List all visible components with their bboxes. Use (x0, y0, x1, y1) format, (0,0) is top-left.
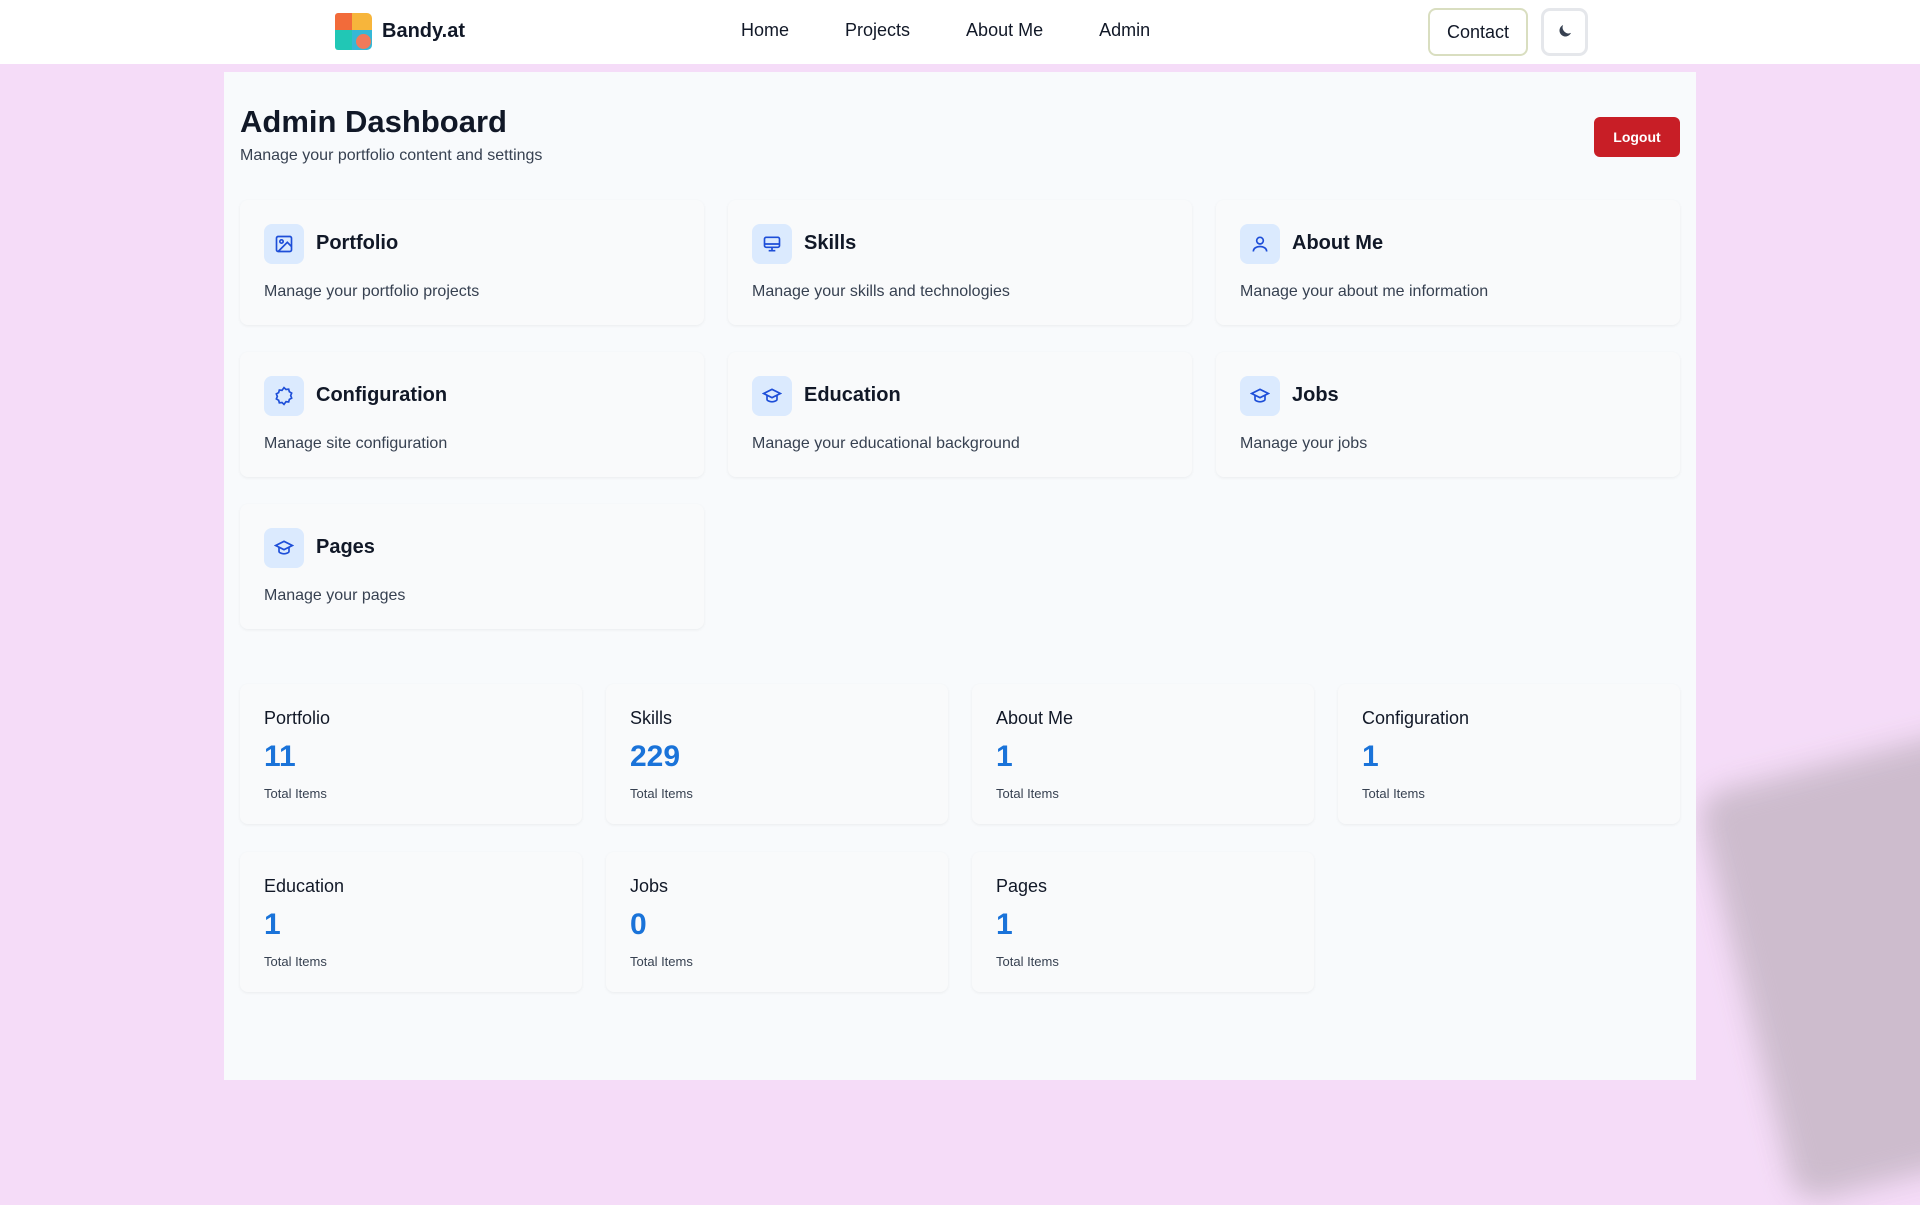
card-jobs[interactable]: Jobs Manage your jobs (1216, 352, 1680, 477)
stat-caption: Total Items (630, 954, 693, 969)
card-skills[interactable]: Skills Manage your skills and technologi… (728, 200, 1192, 325)
user-icon (1240, 224, 1280, 264)
card-title: Portfolio (316, 232, 399, 254)
graduation-cap-icon (1240, 376, 1280, 416)
card-description: Manage site configuration (264, 435, 448, 452)
stat-caption: Total Items (996, 954, 1059, 969)
card-description: Manage your about me information (1240, 283, 1489, 300)
card-title: About Me (1292, 232, 1384, 254)
stat-value: 229 (630, 740, 681, 773)
theme-toggle-button[interactable] (1541, 8, 1588, 56)
brand-logo (335, 13, 372, 50)
stat-value: 1 (996, 908, 1013, 941)
stat-label: Jobs (630, 876, 669, 896)
stat-label: Pages (996, 876, 1048, 896)
card-about-me[interactable]: About Me Manage your about me informatio… (1216, 200, 1680, 325)
stat-caption: Total Items (264, 786, 327, 801)
stat-jobs: Jobs 0 Total Items (606, 852, 948, 992)
background-decoration (1695, 695, 1920, 1205)
stat-label: About Me (996, 708, 1074, 728)
gear-icon (264, 376, 304, 416)
card-education[interactable]: Education Manage your educational backgr… (728, 352, 1192, 477)
card-title: Pages (316, 536, 375, 558)
card-description: Manage your portfolio projects (264, 283, 480, 300)
stat-value: 1 (1362, 740, 1379, 773)
logout-button[interactable]: Logout (1594, 117, 1680, 157)
stat-pages: Pages 1 Total Items (972, 852, 1314, 992)
stat-label: Skills (630, 708, 673, 728)
contact-button[interactable]: Contact (1428, 8, 1528, 56)
card-description: Manage your educational background (752, 435, 1020, 452)
page-subtitle: Manage your portfolio content and settin… (240, 147, 543, 164)
stat-caption: Total Items (996, 786, 1059, 801)
stat-configuration: Configuration 1 Total Items (1338, 684, 1680, 824)
admin-panel: Admin Dashboard Manage your portfolio co… (224, 72, 1696, 1080)
card-title: Configuration (316, 384, 448, 406)
stat-education: Education 1 Total Items (240, 852, 582, 992)
stat-value: 11 (264, 740, 296, 773)
card-configuration[interactable]: Configuration Manage site configuration (240, 352, 704, 477)
card-description: Manage your skills and technologies (752, 283, 1010, 300)
main-nav: Home Projects About Me Admin (741, 20, 1206, 41)
monitor-icon (752, 224, 792, 264)
brand-link[interactable]: Bandy.at (335, 13, 465, 50)
card-title: Education (804, 384, 901, 406)
page-title: Admin Dashboard (240, 104, 507, 139)
stat-label: Portfolio (264, 708, 331, 728)
nav-link-home[interactable]: Home (741, 20, 789, 41)
image-icon (264, 224, 304, 264)
stat-caption: Total Items (630, 786, 693, 801)
stat-caption: Total Items (264, 954, 327, 969)
top-navbar: Bandy.at Home Projects About Me Admin Co… (0, 0, 1920, 64)
stat-caption: Total Items (1362, 786, 1425, 801)
moon-icon (1556, 22, 1574, 43)
stat-label: Education (264, 876, 345, 896)
stat-about-me: About Me 1 Total Items (972, 684, 1314, 824)
nav-link-admin[interactable]: Admin (1099, 20, 1150, 41)
stat-skills: Skills 229 Total Items (606, 684, 948, 824)
stat-value: 0 (630, 908, 647, 941)
stat-value: 1 (996, 740, 1013, 773)
stat-label: Configuration (1362, 708, 1470, 728)
card-description: Manage your pages (264, 587, 406, 604)
card-pages[interactable]: Pages Manage your pages (240, 504, 704, 629)
stat-portfolio: Portfolio 11 Total Items (240, 684, 582, 824)
card-title: Jobs (1292, 384, 1339, 406)
nav-link-projects[interactable]: Projects (845, 20, 910, 41)
graduation-cap-icon (264, 528, 304, 568)
nav-link-about-me[interactable]: About Me (966, 20, 1043, 41)
card-portfolio[interactable]: Portfolio Manage your portfolio projects (240, 200, 704, 325)
graduation-cap-icon (752, 376, 792, 416)
card-description: Manage your jobs (1240, 435, 1368, 452)
brand-name: Bandy.at (382, 20, 465, 42)
card-title: Skills (804, 232, 857, 254)
stat-value: 1 (264, 908, 281, 941)
